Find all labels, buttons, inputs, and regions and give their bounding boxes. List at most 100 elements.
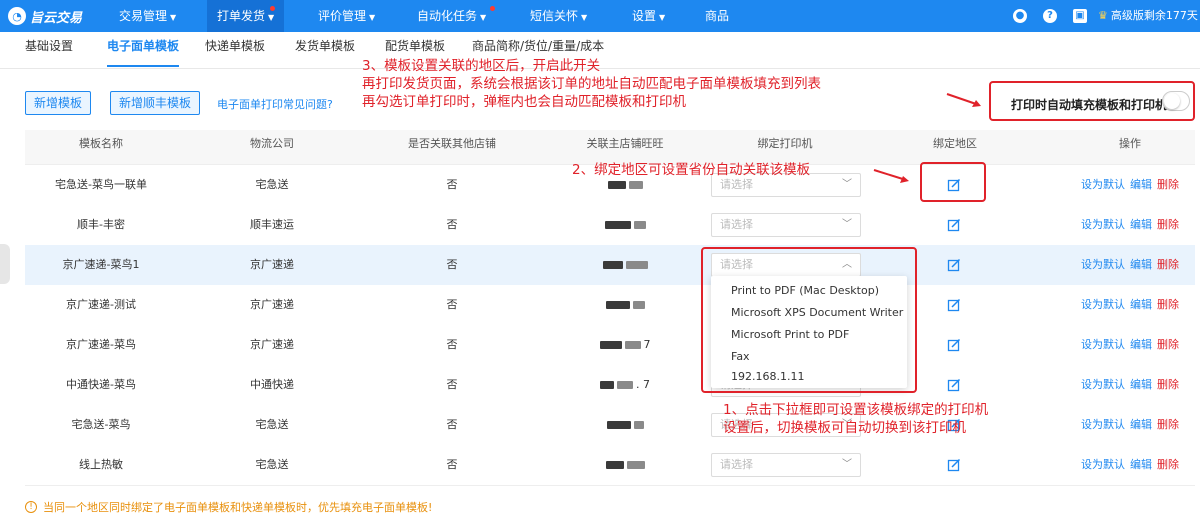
table-row: 京广速递-测试京广速递否请选择﹀设为默认编辑删除 (25, 285, 1195, 326)
wangwang-cell (555, 285, 695, 325)
linked-cell: 否 (446, 458, 458, 471)
tab-shipping-templates[interactable]: 发货单模板 (295, 32, 355, 68)
redacted-text (625, 261, 648, 269)
nav-item-trade[interactable]: 交易管理 ▼ (119, 0, 176, 32)
redacted-text (605, 461, 624, 469)
nav-item-sms-care[interactable]: 短信关怀 ▼ (530, 0, 587, 32)
set-default-link[interactable]: 设为默认 (1081, 178, 1125, 191)
annotation-step3-line3: 再勾选订单打印时，弹框内也会自动匹配模板和打印机 (362, 94, 686, 110)
linked-cell: 否 (446, 258, 458, 271)
set-default-link[interactable]: 设为默认 (1081, 378, 1125, 391)
add-sf-template-button[interactable]: 新增顺丰模板 (110, 91, 201, 115)
help-icon[interactable]: ? (1043, 9, 1057, 23)
top-nav-bar: ◔ 旨云交易 交易管理 ▼ 打单发货 ▼ 评价管理 ▼ 自动化任务 ▼ 短信关怀 ▼ 设置… (0, 0, 1200, 32)
actions-cell: 设为默认 编辑 删除 (1065, 445, 1195, 485)
chevron-down-icon: ▼ (268, 13, 275, 22)
annotation-arrow-icon (946, 93, 981, 107)
nav-item-automation[interactable]: 自动化任务 ▼ (417, 0, 486, 32)
tab-express-templates[interactable]: 快递单模板 (205, 32, 265, 68)
auto-fill-toggle[interactable] (1162, 91, 1190, 111)
redacted-text (617, 381, 633, 389)
delete-link[interactable]: 删除 (1157, 338, 1179, 351)
redacted-text (626, 461, 645, 469)
edit-link[interactable]: 编辑 (1130, 338, 1152, 351)
column-header-wangwang: 关联主店铺旺旺 (586, 137, 664, 150)
edit-icon[interactable] (947, 258, 961, 272)
vip-status[interactable]: ♛ 高级版剩余177天 (1098, 0, 1198, 32)
edit-link[interactable]: 编辑 (1130, 378, 1152, 391)
wangwang-cell (555, 405, 695, 445)
edit-link[interactable]: 编辑 (1130, 218, 1152, 231)
chevron-down-icon: ▼ (581, 13, 588, 22)
edit-link[interactable]: 编辑 (1130, 178, 1152, 191)
footer-note: ! 当同一个地区同时绑定了电子面单模板和快递单模板时，优先填充电子面单模板! (25, 499, 432, 515)
faq-link[interactable]: 电子面单打印常见问题? (217, 96, 333, 112)
edit-link[interactable]: 编辑 (1130, 258, 1152, 271)
linked-cell: 否 (446, 218, 458, 231)
user-icon[interactable]: ● (1013, 9, 1027, 23)
annotation-step1-line1: 1、点击下拉框即可设置该模板绑定的打印机 (723, 402, 989, 418)
delete-link[interactable]: 删除 (1157, 258, 1179, 271)
edit-link[interactable]: 编辑 (1130, 298, 1152, 311)
actions-cell: 设为默认 编辑 删除 (1065, 205, 1195, 245)
company-cell: 宅急送 (255, 458, 289, 471)
set-default-link[interactable]: 设为默认 (1081, 338, 1125, 351)
column-header-linked: 是否关联其他店铺 (408, 137, 496, 150)
delete-link[interactable]: 删除 (1157, 458, 1179, 471)
edit-link[interactable]: 编辑 (1130, 418, 1152, 431)
table-row: 中通快递-菜鸟中通快递否. 7请选择﹀设为默认编辑删除 (25, 365, 1195, 406)
chevron-down-icon: ▼ (659, 13, 666, 22)
side-collapse-handle[interactable] (0, 244, 10, 284)
wangwang-cell (555, 205, 695, 245)
warning-icon: ! (25, 501, 37, 513)
notification-dot (270, 6, 275, 11)
delete-link[interactable]: 删除 (1157, 218, 1179, 231)
edit-link[interactable]: 编辑 (1130, 458, 1152, 471)
nav-item-settings[interactable]: 设置 ▼ (632, 0, 665, 32)
set-default-link[interactable]: 设为默认 (1081, 218, 1125, 231)
tab-e-waybill-templates[interactable]: 电子面单模板 (107, 32, 180, 67)
set-default-link[interactable]: 设为默认 (1081, 258, 1125, 271)
delete-link[interactable]: 删除 (1157, 178, 1179, 191)
edit-icon[interactable] (947, 218, 961, 232)
template-name-cell: 中通快递-菜鸟 (66, 378, 136, 391)
edit-icon[interactable] (947, 298, 961, 312)
delete-link[interactable]: 删除 (1157, 418, 1179, 431)
edit-icon[interactable] (947, 378, 961, 392)
delete-link[interactable]: 删除 (1157, 378, 1179, 391)
tab-basic-settings[interactable]: 基础设置 (25, 32, 73, 68)
company-cell: 京广速递 (250, 298, 294, 311)
message-icon[interactable]: ▣ (1073, 9, 1087, 23)
set-default-link[interactable]: 设为默认 (1081, 458, 1125, 471)
wangwang-cell: . 7 (555, 365, 695, 405)
table-row: 京广速递-菜鸟1 京广速递否请选择 ︿ 设为默认 编辑 删除 (25, 245, 1195, 286)
app-logo[interactable]: ◔ 旨云交易 (8, 6, 82, 26)
nav-item-print-ship[interactable]: 打单发货 ▼ (207, 0, 285, 32)
printer-select[interactable]: 请选择 ﹀ (711, 453, 861, 477)
toggle-knob (1164, 93, 1180, 109)
company-cell: 顺丰速运 (250, 218, 294, 231)
company-cell: 宅急送 (255, 178, 289, 191)
edit-icon[interactable] (947, 338, 961, 352)
delete-link[interactable]: 删除 (1157, 298, 1179, 311)
column-header-company: 物流公司 (250, 137, 294, 150)
column-header-actions: 操作 (1119, 137, 1141, 150)
nav-item-goods[interactable]: 商品 (705, 0, 729, 32)
chevron-down-icon: ﹀ (842, 219, 852, 230)
add-template-button[interactable]: 新增模板 (25, 91, 92, 115)
set-default-link[interactable]: 设为默认 (1081, 298, 1125, 311)
actions-cell: 设为默认 编辑 删除 (1065, 325, 1195, 365)
set-default-link[interactable]: 设为默认 (1081, 418, 1125, 431)
nav-item-reviews[interactable]: 评价管理 ▼ (318, 0, 375, 32)
redacted-text (604, 221, 631, 229)
actions-cell: 设为默认 编辑 删除 (1065, 365, 1195, 405)
auto-fill-toggle-label: 打印时自动填充模板和打印机 (1011, 98, 1168, 112)
annotation-step3-line2: 再打印发货页面，系统会根据该订单的地址自动匹配电子面单模板填充到列表 (362, 76, 821, 92)
table-row: 线上热敏 宅急送 否 请选择 ﹀ 设为默认 编辑 删除 (25, 445, 1195, 486)
wangwang-cell: 7 (555, 325, 695, 365)
template-name-cell: 线上热敏 (79, 458, 123, 471)
annotation-region-box (920, 162, 986, 202)
printer-select[interactable]: 请选择 ﹀ (711, 213, 861, 237)
company-cell: 京广速递 (250, 258, 294, 271)
edit-icon[interactable] (947, 458, 961, 472)
